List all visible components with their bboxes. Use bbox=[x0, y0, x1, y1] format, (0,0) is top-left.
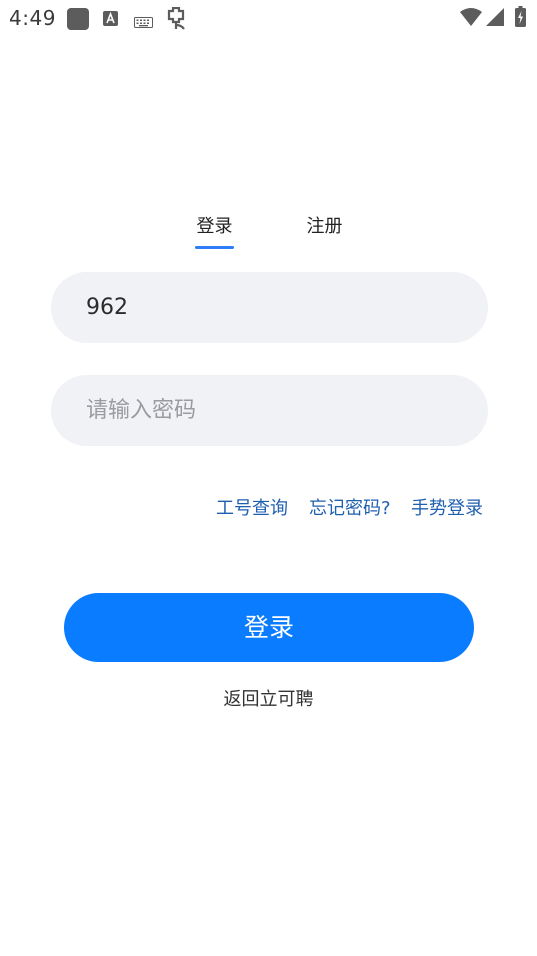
login-button[interactable]: 登录 bbox=[64, 593, 474, 662]
bug-icon bbox=[165, 6, 187, 35]
forgot-password-link[interactable]: 忘记密码? bbox=[309, 497, 391, 521]
gesture-login-link[interactable]: 手势登录 bbox=[411, 497, 483, 521]
signal-icon bbox=[486, 8, 504, 30]
username-field[interactable] bbox=[51, 272, 488, 343]
tab-register[interactable]: 注册 bbox=[303, 214, 346, 244]
employee-lookup-link[interactable]: 工号查询 bbox=[216, 497, 288, 521]
tab-login[interactable]: 登录 bbox=[193, 214, 236, 244]
back-to-app-link[interactable]: 返回立可聘 bbox=[0, 688, 537, 712]
username-input[interactable] bbox=[86, 272, 466, 343]
tab-login-underline bbox=[195, 246, 234, 249]
status-bar: 4:49 bbox=[0, 0, 537, 38]
password-field[interactable] bbox=[51, 375, 488, 446]
password-input[interactable] bbox=[86, 375, 466, 446]
status-time: 4:49 bbox=[9, 6, 56, 30]
font-a-icon bbox=[103, 11, 118, 30]
battery-charging-icon bbox=[515, 6, 526, 31]
keyboard-icon bbox=[134, 13, 153, 32]
wifi-icon bbox=[460, 8, 482, 30]
app-square-icon bbox=[67, 8, 89, 34]
login-screen: 4:49 登录 注册 962 工号查询 忘记密码? 手势登录 登录 返回立可聘 bbox=[0, 0, 537, 956]
